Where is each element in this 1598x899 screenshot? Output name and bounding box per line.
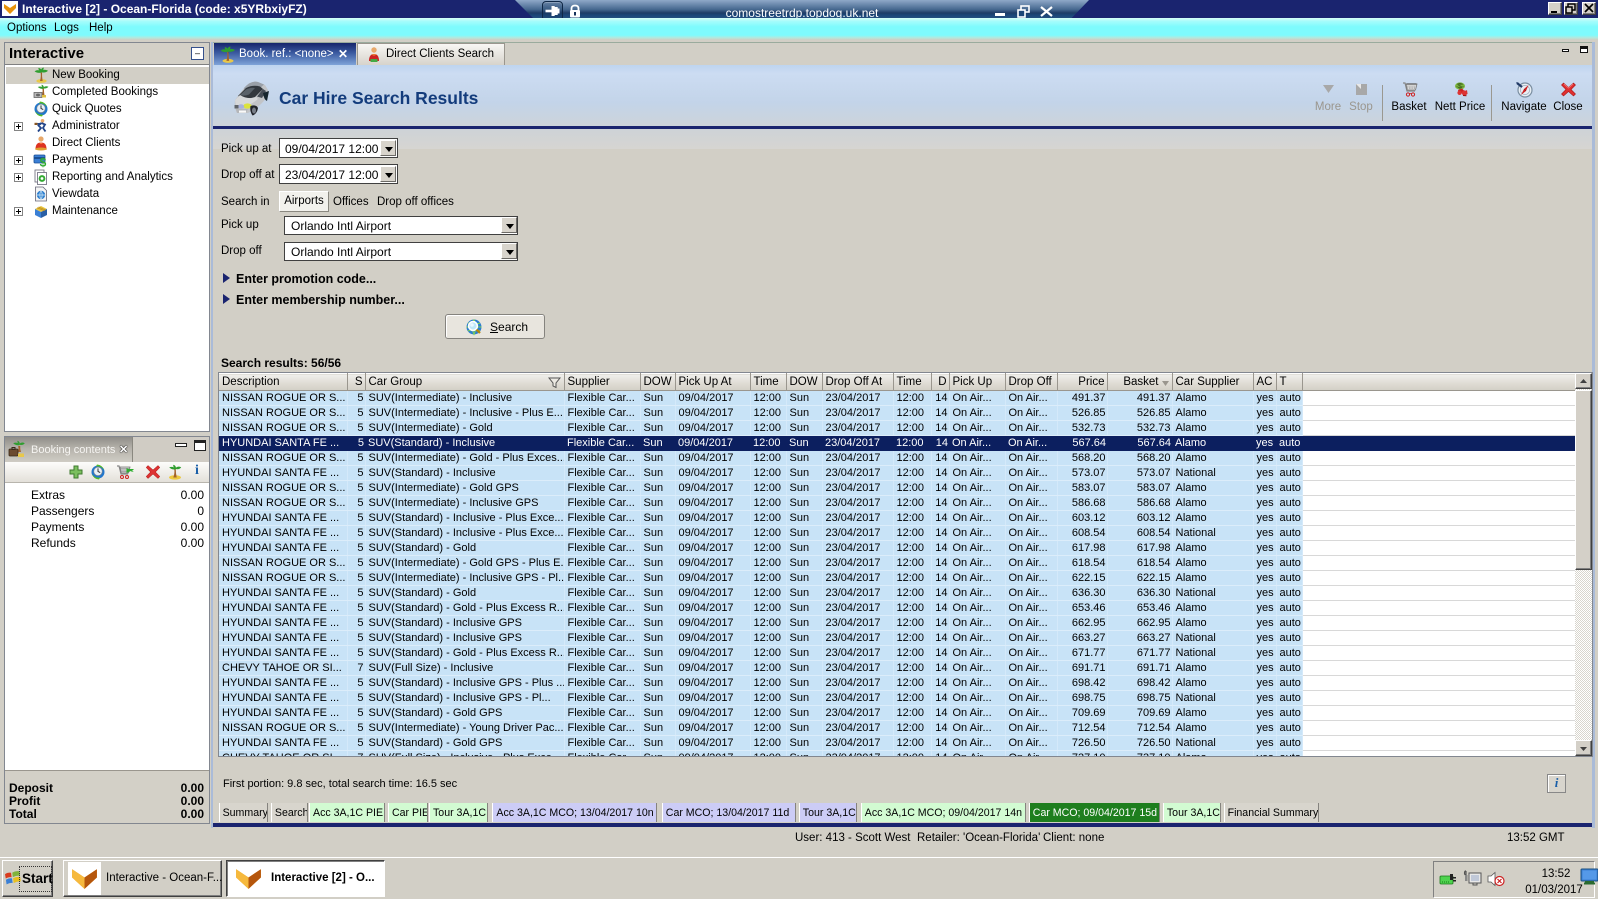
- svg-text:$: $: [40, 156, 47, 169]
